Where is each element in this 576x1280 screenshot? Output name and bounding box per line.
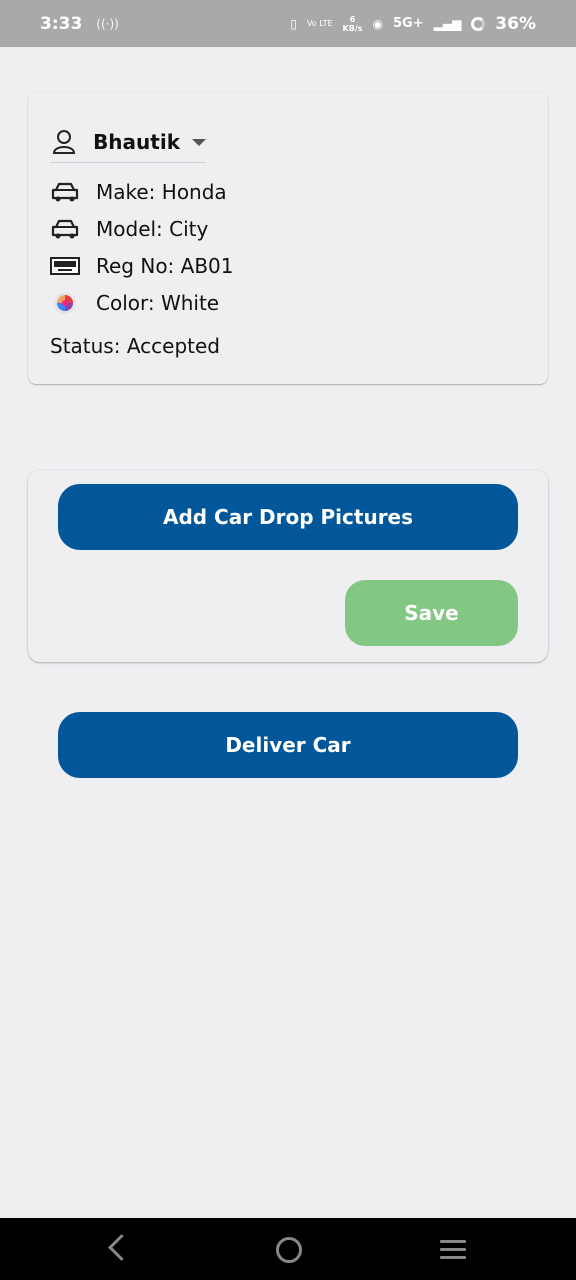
person-icon: [50, 130, 77, 154]
user-name: Bhautik: [93, 130, 180, 154]
car-details-card: Bhautik Make: Honda Model: City Reg No: …: [28, 92, 548, 384]
user-dropdown[interactable]: Bhautik: [50, 122, 206, 163]
recent-apps-icon[interactable]: [440, 1240, 466, 1264]
chevron-down-icon: [192, 138, 206, 146]
status-time: 3:33: [40, 13, 83, 34]
network-type: 5G+: [393, 16, 424, 31]
reg-row: Reg No: AB01: [50, 254, 234, 278]
home-icon[interactable]: [276, 1237, 302, 1263]
net-speed: 6 KB/s: [343, 15, 363, 33]
volte-icon: Vo LTE: [306, 19, 333, 28]
vibrate-icon: ▯: [290, 16, 297, 31]
status-text: Status: Accepted: [50, 334, 220, 358]
hotspot-icon: ((·)): [96, 16, 119, 31]
signal-icon: ▂▄▆: [433, 16, 462, 31]
navigation-bar: [0, 1218, 576, 1280]
wifi-calling-icon: ◉: [372, 16, 383, 31]
reg-text: Reg No: AB01: [96, 254, 234, 278]
color-row: Color: White: [50, 291, 219, 315]
car-icon: [50, 180, 80, 204]
deliver-car-button[interactable]: Deliver Car: [58, 712, 518, 778]
model-row: Model: City: [50, 217, 208, 241]
back-icon[interactable]: [108, 1234, 135, 1261]
color-wheel-icon: [50, 291, 80, 315]
make-text: Make: Honda: [96, 180, 227, 204]
status-bar: 3:33 ((·)) ▯ Vo LTE 6 KB/s ◉ 5G+ ▂▄▆ 36%: [0, 0, 576, 47]
make-row: Make: Honda: [50, 180, 227, 204]
status-right-icons: ▯ Vo LTE 6 KB/s ◉ 5G+ ▂▄▆ 36%: [290, 14, 536, 34]
net-speed-unit: KB/s: [342, 23, 363, 33]
license-plate-icon: [50, 254, 80, 278]
save-button[interactable]: Save: [345, 580, 518, 646]
add-car-drop-pictures-button[interactable]: Add Car Drop Pictures: [58, 484, 518, 550]
pictures-card: Add Car Drop Pictures Save: [28, 470, 548, 662]
battery-icon: [471, 16, 486, 31]
color-text: Color: White: [96, 291, 220, 315]
car-icon: [50, 217, 80, 241]
battery-level: 36%: [495, 13, 536, 34]
net-speed-value: 6: [349, 14, 356, 24]
model-text: Model: City: [96, 217, 209, 241]
